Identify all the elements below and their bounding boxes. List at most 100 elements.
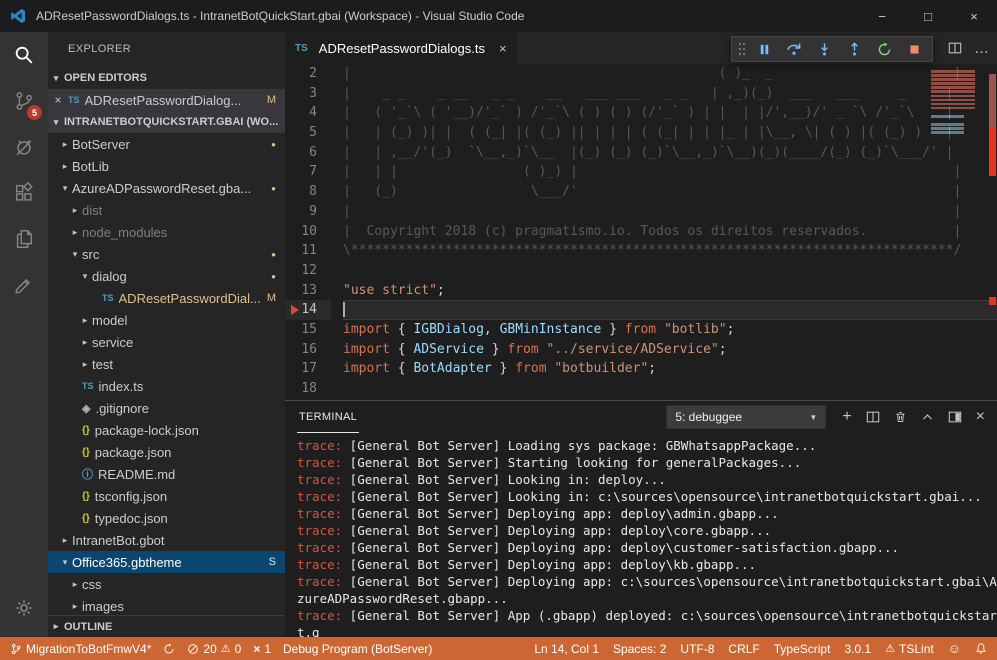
code-line[interactable]: | Copyright 2018 (c) pragmatismo.io. Tod…: [343, 222, 997, 242]
code-line[interactable]: | | | ( )_) | |: [343, 162, 997, 182]
code-line[interactable]: "use strict";: [343, 281, 997, 301]
tslint-indicator[interactable]: ⚠ TSLint: [885, 642, 934, 656]
line-number[interactable]: 12: [285, 261, 331, 281]
tree-item-readme-md[interactable]: ⓘREADME.md: [48, 463, 285, 485]
line-number[interactable]: 8: [285, 182, 331, 202]
eol-indicator[interactable]: CRLF: [728, 642, 759, 656]
cursor-position[interactable]: Ln 14, Col 1: [534, 642, 599, 656]
tree-item-service[interactable]: ▸service: [48, 331, 285, 353]
code-line[interactable]: import { BotAdapter } from "botbuilder";: [343, 359, 997, 379]
close-button[interactable]: ×: [951, 0, 997, 32]
tree-item-dist[interactable]: ▸dist: [48, 199, 285, 221]
code-line[interactable]: | |: [343, 202, 997, 222]
git-branch-indicator[interactable]: MigrationToBotFmwV4*: [10, 642, 151, 656]
typescript-version[interactable]: 3.0.1: [844, 642, 871, 656]
code-line[interactable]: | _ _ _ __ _ _ __ ___ ___ _ _ | ,_)(_) _…: [343, 84, 997, 104]
open-editors-header[interactable]: ▾ OPEN EDITORS: [48, 67, 285, 89]
line-number[interactable]: 15: [285, 320, 331, 340]
tree-item-typedoc-json[interactable]: {}typedoc.json: [48, 507, 285, 529]
feedback-smiley-icon[interactable]: ☺: [948, 641, 961, 656]
tree-item-botserver[interactable]: ▸BotServer●: [48, 133, 285, 155]
files-icon[interactable]: [0, 216, 48, 262]
tree-item-images[interactable]: ▸images: [48, 595, 285, 615]
code-line[interactable]: | ( '_`\ ( '__)/'_` ) /'_`\ ( ) ( ) (/'_…: [343, 103, 997, 123]
tree-item-package-lock-json[interactable]: {}package-lock.json: [48, 419, 285, 441]
line-number[interactable]: 4: [285, 103, 331, 123]
minimize-button[interactable]: −: [859, 0, 905, 32]
line-number[interactable]: 16: [285, 340, 331, 360]
tree-item-dialog[interactable]: ▾dialog●: [48, 265, 285, 287]
code-line[interactable]: | | (_) )| | ( (_| |( (_) || | | | ( (_|…: [343, 123, 997, 143]
tree-item-node-modules[interactable]: ▸node_modules: [48, 221, 285, 243]
step-over-button[interactable]: [779, 37, 809, 61]
problems-indicator[interactable]: 20 ⚠ 0: [187, 642, 241, 656]
code-editor[interactable]: 23456789101112131415161718 | ( )_ _ || _…: [285, 64, 997, 400]
step-out-button[interactable]: [839, 37, 869, 61]
kill-terminal-trash-icon[interactable]: [894, 410, 907, 424]
code-line[interactable]: [343, 379, 997, 399]
language-mode[interactable]: TypeScript: [774, 642, 831, 656]
code-line[interactable]: import { ADService } from "../service/AD…: [343, 340, 997, 360]
new-terminal-icon[interactable]: +: [842, 408, 851, 426]
code-line[interactable]: | ( )_ _ |: [343, 64, 997, 84]
source-control-icon[interactable]: 5: [0, 78, 48, 124]
line-number[interactable]: 5: [285, 123, 331, 143]
tree-item-index-ts[interactable]: TSindex.ts: [48, 375, 285, 397]
indentation-indicator[interactable]: Spaces: 2: [613, 642, 666, 656]
tree-item-office365-gbtheme[interactable]: ▾Office365.gbthemeS: [48, 551, 285, 573]
extensions-icon[interactable]: [0, 170, 48, 216]
code-line[interactable]: [343, 261, 997, 281]
more-actions-icon[interactable]: …: [974, 40, 989, 57]
tree-item-gitignore[interactable]: ◈.gitignore: [48, 397, 285, 419]
edit-tools-icon[interactable]: [0, 262, 48, 308]
tree-item-adresetpassworddial[interactable]: TSADResetPasswordDial...M: [48, 287, 285, 309]
code-line[interactable]: import { IGBDialog, GBMinInstance } from…: [343, 320, 997, 340]
code-line[interactable]: | (_) \___/' |: [343, 182, 997, 202]
open-editor-item[interactable]: × TS ADResetPasswordDialog... M: [48, 89, 285, 111]
terminal-output[interactable]: trace: [General Bot Server] Loading sys …: [285, 433, 997, 637]
debug-icon[interactable]: [0, 124, 48, 170]
outline-section-header[interactable]: ▸ OUTLINE: [48, 615, 285, 637]
tree-item-css[interactable]: ▸css: [48, 573, 285, 595]
encoding-indicator[interactable]: UTF-8: [680, 642, 714, 656]
search-icon[interactable]: [0, 32, 48, 78]
split-editor-icon[interactable]: [948, 41, 962, 55]
close-tab-icon[interactable]: ×: [499, 41, 507, 56]
split-terminal-icon[interactable]: [866, 410, 880, 424]
line-number[interactable]: 6: [285, 143, 331, 163]
line-number[interactable]: 3: [285, 84, 331, 104]
terminal-tab[interactable]: TERMINAL: [297, 401, 359, 433]
tree-item-intranetbot-gbot[interactable]: ▸IntranetBot.gbot: [48, 529, 285, 551]
sync-button[interactable]: [163, 643, 175, 655]
restart-button[interactable]: [869, 37, 899, 61]
code-line[interactable]: | | ,__/'(_) `\__,_)`\__ |(_) (_) (_)`\_…: [343, 143, 997, 163]
line-number[interactable]: 2: [285, 64, 331, 84]
tree-item-package-json[interactable]: {}package.json: [48, 441, 285, 463]
minimap[interactable]: [927, 68, 983, 142]
tab-adresetpassworddialogs[interactable]: TS ADResetPasswordDialogs.ts ×: [285, 32, 517, 64]
close-editor-icon[interactable]: ×: [48, 93, 68, 107]
line-number[interactable]: 11: [285, 241, 331, 261]
workspace-section-header[interactable]: ▾ INTRANETBOTQUICKSTART.GBAI (WO...: [48, 111, 285, 133]
terminal-instance-select[interactable]: 5: debuggee ▼: [666, 405, 826, 429]
tree-item-test[interactable]: ▸test: [48, 353, 285, 375]
tree-item-tsconfig-json[interactable]: {}tsconfig.json: [48, 485, 285, 507]
extra-counter[interactable]: × 1: [253, 642, 271, 656]
line-number[interactable]: 14: [285, 300, 331, 320]
settings-gear-icon[interactable]: [0, 585, 48, 631]
step-into-button[interactable]: [809, 37, 839, 61]
tree-item-botlib[interactable]: ▸BotLib: [48, 155, 285, 177]
code-area[interactable]: | ( )_ _ || _ _ _ __ _ _ __ ___ ___ _ _ …: [331, 64, 997, 400]
drag-handle-icon[interactable]: [735, 37, 749, 61]
tree-item-azureadpasswordreset-gba[interactable]: ▾AzureADPasswordReset.gba...●: [48, 177, 285, 199]
tree-item-model[interactable]: ▸model: [48, 309, 285, 331]
line-number[interactable]: 18: [285, 379, 331, 399]
code-line[interactable]: \***************************************…: [343, 241, 997, 261]
code-line[interactable]: [343, 300, 997, 320]
tree-item-src[interactable]: ▾src●: [48, 243, 285, 265]
close-panel-icon[interactable]: ×: [976, 408, 985, 426]
line-number[interactable]: 13: [285, 281, 331, 301]
line-number[interactable]: 7: [285, 162, 331, 182]
maximize-panel-chevron-icon[interactable]: [921, 411, 934, 424]
maximize-button[interactable]: □: [905, 0, 951, 32]
